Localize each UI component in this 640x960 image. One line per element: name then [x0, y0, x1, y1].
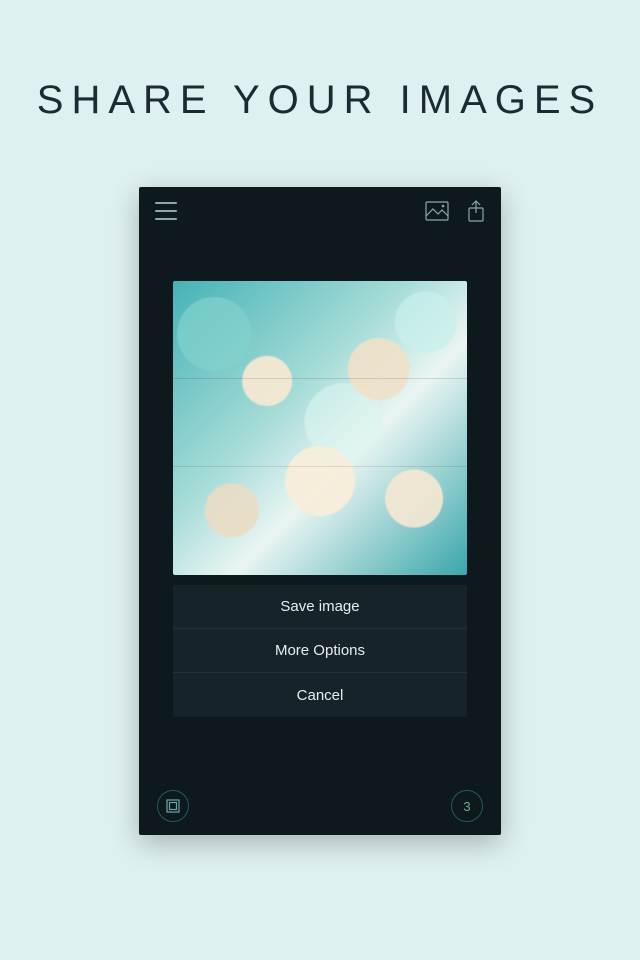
phone-frame: Save image More Options Cancel 3 [139, 187, 501, 835]
share-icon[interactable] [467, 200, 485, 222]
more-options-button[interactable]: More Options [173, 629, 467, 673]
save-image-button[interactable]: Save image [173, 585, 467, 629]
cancel-button[interactable]: Cancel [173, 673, 467, 717]
top-toolbar [139, 187, 501, 235]
topbar-right [425, 200, 485, 222]
action-sheet: Save image More Options Cancel [173, 585, 467, 717]
bottom-toolbar: 3 [139, 777, 501, 835]
image-preview [173, 281, 467, 575]
content-area: Save image More Options Cancel [139, 235, 501, 777]
image-icon[interactable] [425, 201, 449, 221]
page-title: SHARE YOUR IMAGES [37, 78, 603, 123]
hamburger-icon[interactable] [155, 202, 177, 220]
count-label: 3 [463, 799, 470, 814]
aspect-button[interactable] [157, 790, 189, 822]
count-button[interactable]: 3 [451, 790, 483, 822]
